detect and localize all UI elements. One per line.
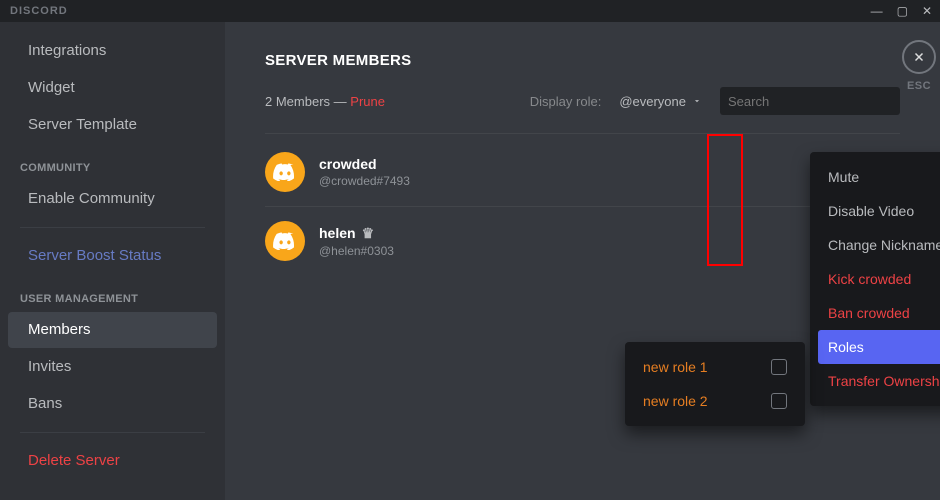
member-info: crowded @crowded#7493 — [319, 156, 410, 188]
member-info: helen ♛ @helen#0303 — [319, 225, 394, 258]
member-tag: @helen#0303 — [319, 244, 394, 258]
role-option[interactable]: new role 1 — [633, 350, 797, 384]
ctx-item-mute[interactable]: Mute — [818, 160, 940, 194]
member-username: crowded — [319, 156, 410, 172]
ctx-label: Transfer Ownership — [828, 373, 940, 389]
close-window-button[interactable]: ✕ — [922, 4, 932, 18]
sidebar-separator — [20, 432, 205, 433]
member-row[interactable]: crowded @crowded#7493 + — [265, 138, 900, 207]
role-option-label: new role 1 — [643, 359, 708, 375]
role-option-label: new role 2 — [643, 393, 708, 409]
member-row[interactable]: helen ♛ @helen#0303 + — [265, 207, 900, 275]
ctx-item-roles[interactable]: Roles — [818, 330, 940, 364]
checkbox-icon — [771, 359, 787, 375]
member-username-text: helen — [319, 225, 356, 241]
header-divider — [265, 133, 900, 134]
sidebar-item-invites[interactable]: Invites — [8, 349, 217, 385]
sidebar-category-user-management: USER MANAGEMENT — [0, 275, 225, 311]
ctx-item-disable-video[interactable]: Disable Video — [818, 194, 940, 228]
sidebar-item-server-boost[interactable]: Server Boost Status — [8, 238, 217, 274]
close-settings[interactable]: ESC — [896, 40, 940, 92]
discord-logo-icon — [273, 163, 297, 181]
settings-sidebar: Integrations Widget Server Template COMM… — [0, 22, 225, 500]
member-count-text: 2 Members — [265, 94, 330, 109]
maximize-button[interactable]: ▢ — [897, 4, 908, 18]
prune-link[interactable]: Prune — [350, 94, 385, 109]
member-username: helen ♛ — [319, 225, 394, 242]
ctx-label: Mute — [828, 169, 859, 185]
sidebar-item-bans[interactable]: Bans — [8, 386, 217, 422]
chevron-down-icon — [692, 96, 702, 106]
search-input[interactable] — [728, 94, 904, 109]
titlebar: DISCORD — ▢ ✕ — [0, 0, 940, 22]
esc-label: ESC — [896, 80, 940, 92]
ctx-label: Change Nickname — [828, 237, 940, 253]
ctx-label: Roles — [828, 339, 864, 355]
sidebar-item-enable-community[interactable]: Enable Community — [8, 181, 217, 217]
minimize-button[interactable]: — — [871, 4, 883, 18]
role-filter-select[interactable]: @everyone — [619, 94, 702, 109]
sidebar-item-delete-server[interactable]: Delete Server — [8, 443, 217, 479]
checkbox-icon — [771, 393, 787, 409]
ctx-label: Ban crowded — [828, 305, 910, 321]
sidebar-item-integrations[interactable]: Integrations — [8, 33, 217, 69]
avatar — [265, 221, 305, 261]
close-icon[interactable] — [902, 40, 936, 74]
sidebar-item-members[interactable]: Members — [8, 312, 217, 348]
sidebar-item-server-template[interactable]: Server Template — [8, 107, 217, 143]
dash: — — [334, 94, 351, 109]
role-option[interactable]: new role 2 — [633, 384, 797, 418]
page-title: SERVER MEMBERS — [265, 52, 900, 69]
ctx-item-transfer-ownership[interactable]: Transfer Ownership — [818, 364, 940, 398]
sidebar-item-widget[interactable]: Widget — [8, 70, 217, 106]
discord-logo-icon — [273, 232, 297, 250]
roles-submenu: new role 1 new role 2 — [625, 342, 805, 426]
window-controls: — ▢ ✕ — [871, 4, 932, 18]
members-header-row: 2 Members — Prune Display role: @everyon… — [265, 87, 900, 115]
ctx-item-change-nickname[interactable]: Change Nickname — [818, 228, 940, 262]
member-context-menu: Mute Disable Video Change Nickname Kick … — [810, 152, 940, 406]
member-tag: @crowded#7493 — [319, 174, 410, 188]
server-owner-crown-icon: ♛ — [362, 225, 375, 242]
main-panel: ESC SERVER MEMBERS 2 Members — Prune Dis… — [225, 22, 940, 500]
ctx-item-ban[interactable]: Ban crowded — [818, 296, 940, 330]
member-count: 2 Members — Prune — [265, 94, 385, 109]
ctx-item-kick[interactable]: Kick crowded — [818, 262, 940, 296]
app-brand: DISCORD — [10, 5, 68, 17]
sidebar-category-community: COMMUNITY — [0, 144, 225, 180]
role-filter-value: @everyone — [619, 94, 686, 109]
search-box[interactable] — [720, 87, 900, 115]
avatar — [265, 152, 305, 192]
ctx-label: Kick crowded — [828, 271, 911, 287]
ctx-label: Disable Video — [828, 203, 914, 219]
display-role-label: Display role: — [530, 94, 602, 109]
sidebar-separator — [20, 227, 205, 228]
